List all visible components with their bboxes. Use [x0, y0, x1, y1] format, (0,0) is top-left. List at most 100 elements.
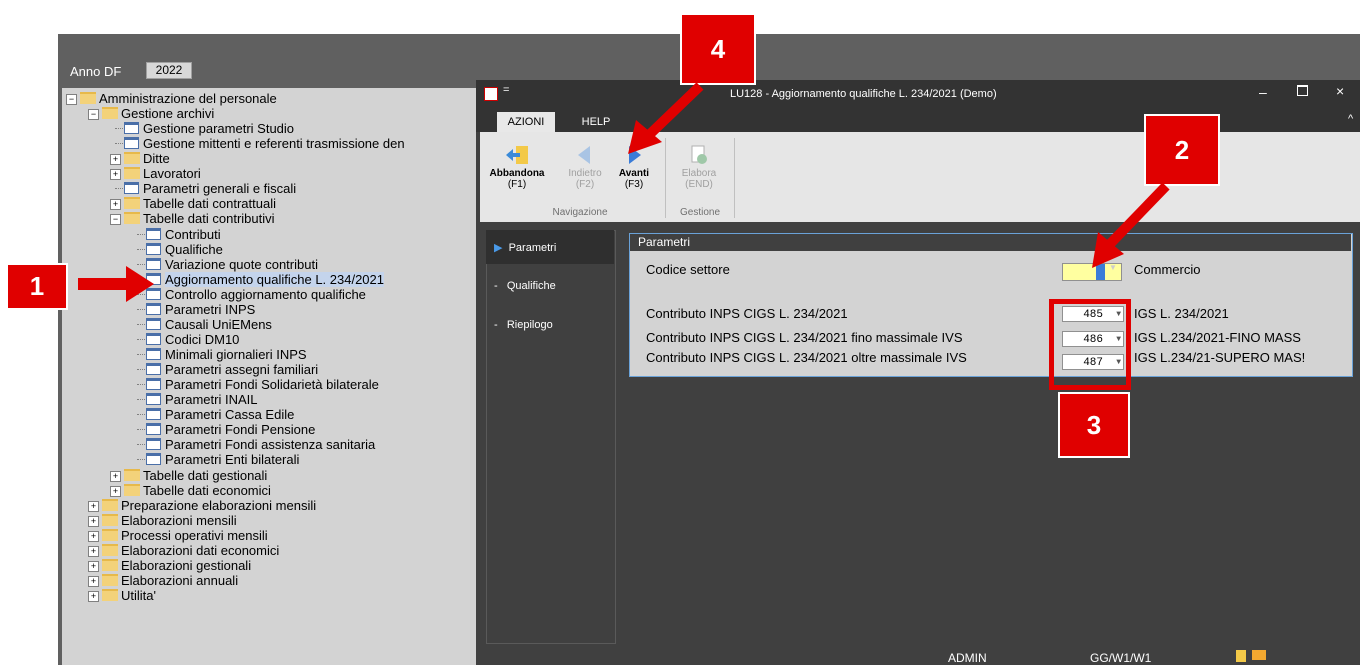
tree-item[interactable]: + Tabelle dati contrattuali — [62, 196, 476, 211]
tree-item-label: Elaborazioni annuali — [121, 572, 239, 588]
cigs-fino-desc: IGS L.234/2021-FINO MASS — [1134, 330, 1301, 345]
expand-icon[interactable]: + — [88, 530, 99, 542]
exit-icon — [506, 146, 528, 164]
tree-item[interactable]: + Elaborazioni mensili — [62, 513, 476, 528]
step-qualifiche-label: Qualifiche — [506, 280, 556, 292]
tab-help[interactable]: HELP — [576, 112, 616, 132]
tree-item[interactable]: Parametri Cassa Edile — [62, 407, 476, 422]
tree-item[interactable]: Parametri INAIL — [62, 392, 476, 407]
elabora-key: (END) — [685, 179, 713, 190]
tree-item[interactable]: Parametri INPS — [62, 302, 476, 317]
step-riepilogo[interactable]: - Riepilogo — [494, 319, 553, 331]
folder-icon — [102, 107, 118, 120]
tree-item[interactable]: − Amministrazione del personale — [62, 91, 476, 106]
tree-item[interactable]: Codici DM10 — [62, 332, 476, 347]
tree-item-label: Gestione archivi — [121, 106, 215, 122]
folder-icon — [124, 212, 140, 225]
expand-icon[interactable]: + — [110, 154, 121, 166]
collapse-ribbon-icon[interactable]: ^ — [1348, 113, 1353, 125]
expand-icon[interactable]: + — [110, 169, 121, 181]
highlight-box — [1049, 299, 1131, 390]
tree-item[interactable]: + Processi operativi mensili — [62, 528, 476, 543]
indietro-key: (F2) — [575, 179, 595, 190]
folder-icon — [102, 543, 118, 556]
tree-item[interactable]: Parametri Fondi assistenza sanitaria — [62, 437, 476, 452]
collapse-icon[interactable]: − — [88, 109, 99, 121]
expand-icon[interactable]: + — [88, 575, 99, 587]
tree-item[interactable]: Gestione mittenti e referenti trasmissio… — [62, 136, 476, 151]
dash-icon: - — [494, 319, 498, 331]
tree-item[interactable]: Contributi — [62, 227, 476, 242]
tree-item[interactable]: − Gestione archivi — [62, 106, 476, 121]
tree-item-label: Parametri Enti bilaterali — [165, 452, 300, 468]
step-riepilogo-label: Riepilogo — [506, 319, 553, 331]
maximize-icon[interactable] — [1297, 85, 1308, 96]
avanti-label: Avanti — [618, 168, 650, 179]
cigs-oltre-label: Contributo INPS CIGS L. 234/2021 oltre m… — [646, 350, 967, 365]
folder-icon — [102, 558, 118, 571]
tree-item[interactable]: + Tabelle dati gestionali — [62, 468, 476, 483]
cigs-desc: IGS L. 234/2021 — [1134, 306, 1229, 321]
indietro-button[interactable]: Indietro (F2) — [563, 140, 607, 190]
tree-item[interactable]: Parametri Enti bilaterali — [62, 452, 476, 467]
folder-icon — [124, 197, 140, 210]
tree-item-label: Minimali giornalieri INPS — [165, 347, 307, 363]
expand-icon[interactable]: + — [88, 545, 99, 557]
expand-icon[interactable]: + — [88, 500, 99, 512]
expand-icon[interactable]: + — [88, 515, 99, 527]
arrow-icon — [628, 82, 704, 154]
tree-item[interactable]: Gestione parametri Studio — [62, 121, 476, 136]
tree-item[interactable]: + Utilita' — [62, 588, 476, 603]
folder-icon — [102, 588, 118, 601]
monitor-icon — [1252, 650, 1266, 660]
cigs-oltre-desc: IGS L.234/21-SUPERO MAS! — [1134, 350, 1306, 365]
indietro-label: Indietro — [568, 168, 602, 179]
arrow-icon — [1092, 182, 1170, 268]
tree-item[interactable]: Causali UniEMens — [62, 317, 476, 332]
close-icon[interactable]: × — [1336, 83, 1344, 99]
document-icon — [146, 363, 161, 376]
expand-icon[interactable]: + — [88, 560, 99, 572]
step-parametri[interactable]: ▶ Parametri — [494, 241, 556, 254]
tree-item-label: Aggiornamento qualifiche L. 234/2021 — [165, 271, 384, 287]
tree-item[interactable]: Parametri generali e fiscali — [62, 181, 476, 196]
tree-item[interactable]: + Elaborazioni dati economici — [62, 543, 476, 558]
tree-item-label: Parametri INPS — [165, 301, 256, 317]
callout-2: 2 — [1144, 114, 1220, 186]
tree-item-label: Elaborazioni gestionali — [121, 557, 252, 573]
tab-azioni[interactable]: AZIONI — [497, 112, 555, 132]
tree-item[interactable]: + Elaborazioni gestionali — [62, 558, 476, 573]
tree-item[interactable]: Minimali giornalieri INPS — [62, 347, 476, 362]
tree-item[interactable]: − Tabelle dati contributivi — [62, 211, 476, 226]
tree-item[interactable]: + Ditte — [62, 151, 476, 166]
group-gestione-label: Gestione — [679, 207, 721, 218]
tree-item-label: Tabelle dati economici — [143, 482, 271, 498]
tree-item[interactable]: + Lavoratori — [62, 166, 476, 181]
tree-item[interactable]: Parametri assegni familiari — [62, 362, 476, 377]
tree-item-label: Gestione mittenti e referenti trasmissio… — [143, 136, 405, 152]
quick-access-icon[interactable]: = — [503, 84, 509, 96]
window-title: LU128 - Aggiornamento qualifiche L. 234/… — [730, 88, 997, 100]
tree-item-label: Codici DM10 — [165, 331, 240, 347]
minimize-icon[interactable]: – — [1259, 84, 1267, 100]
tree-item[interactable]: + Elaborazioni annuali — [62, 573, 476, 588]
collapse-icon[interactable]: − — [110, 214, 121, 226]
tree-item[interactable]: Parametri Fondi Pensione — [62, 422, 476, 437]
expand-icon[interactable]: + — [110, 485, 121, 497]
expand-icon[interactable]: + — [110, 470, 121, 482]
abbandona-button[interactable]: Abbandona (F1) — [489, 140, 545, 190]
collapse-icon[interactable]: − — [66, 94, 77, 105]
expand-icon[interactable]: + — [110, 199, 121, 211]
tree-item[interactable]: + Preparazione elaborazioni mensili — [62, 498, 476, 513]
step-qualifiche[interactable]: - Qualifiche — [494, 280, 556, 292]
tree-item[interactable]: + Tabelle dati economici — [62, 483, 476, 498]
expand-icon[interactable]: + — [88, 590, 99, 602]
tree-item[interactable]: Parametri Fondi Solidarietà bilaterale — [62, 377, 476, 392]
tree-item-label: Ditte — [143, 151, 170, 167]
document-icon — [146, 423, 161, 436]
tree-item-label: Processi operativi mensili — [121, 527, 268, 543]
anno-input[interactable]: 2022 — [146, 62, 192, 79]
dash-icon: - — [494, 280, 498, 292]
tree-item[interactable]: Qualifiche — [62, 242, 476, 257]
tree-item-label: Parametri generali e fiscali — [143, 181, 297, 197]
